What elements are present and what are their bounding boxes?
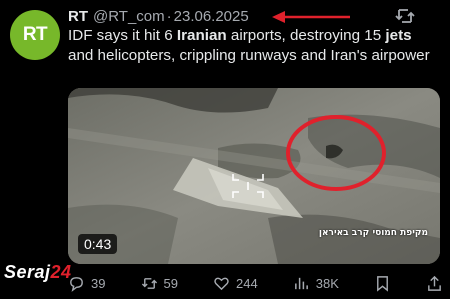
video-duration: 0:43 bbox=[78, 234, 118, 254]
header-separator: · bbox=[166, 7, 172, 25]
retweet-count: 59 bbox=[163, 275, 178, 291]
bookmark-icon bbox=[376, 275, 388, 292]
tweet-text-segment[interactable]: jets bbox=[385, 27, 411, 44]
reply-count: 39 bbox=[91, 275, 106, 291]
bookmark-button[interactable] bbox=[374, 275, 391, 292]
seraj24-logo: Seraj24 bbox=[4, 262, 72, 283]
views-button[interactable]: 38K bbox=[293, 275, 339, 292]
like-count: 244 bbox=[236, 275, 258, 291]
tweet-text-segment: IDF says it hit 6 bbox=[68, 27, 177, 44]
video-player[interactable]: 0:43 מקיפת חמוסי קרב באיראן bbox=[68, 88, 440, 264]
tweet-text: IDF says it hit 6 Iranian airports, dest… bbox=[68, 26, 440, 66]
author-name[interactable]: RT bbox=[68, 8, 88, 25]
views-count: 38K bbox=[315, 275, 339, 291]
reply-button[interactable]: 39 bbox=[68, 275, 105, 292]
tweet-header: RT @RT_com · 23.06.2025 bbox=[68, 5, 249, 27]
like-button[interactable]: 244 bbox=[213, 275, 258, 292]
views-icon bbox=[294, 277, 308, 289]
tweet-date[interactable]: 23.06.2025 bbox=[174, 8, 249, 25]
avatar-logo-text: RT bbox=[22, 24, 48, 45]
retweet-icon bbox=[141, 277, 157, 289]
tweet-text-segment: airports, destroying 15 bbox=[226, 27, 386, 44]
brand-logo-text: Seraj24 bbox=[4, 262, 72, 282]
author-handle[interactable]: @RT_com bbox=[93, 8, 165, 25]
red-arrow-annotation bbox=[272, 11, 350, 23]
share-icon bbox=[428, 275, 441, 291]
video-watermark: מקיפת חמוסי קרב באיראן bbox=[318, 228, 428, 238]
tweet-text-segment: and helicopters, crippling runways and I… bbox=[68, 47, 430, 64]
like-icon bbox=[214, 277, 229, 290]
retweet-button[interactable]: 59 bbox=[141, 275, 178, 292]
share-button[interactable] bbox=[426, 275, 443, 292]
avatar[interactable]: RT bbox=[10, 10, 60, 60]
tweet-actions: 39 59 244 38K bbox=[68, 272, 443, 294]
tweet-text-segment[interactable]: Iranian bbox=[177, 27, 227, 44]
repost-icon[interactable] bbox=[395, 7, 415, 25]
